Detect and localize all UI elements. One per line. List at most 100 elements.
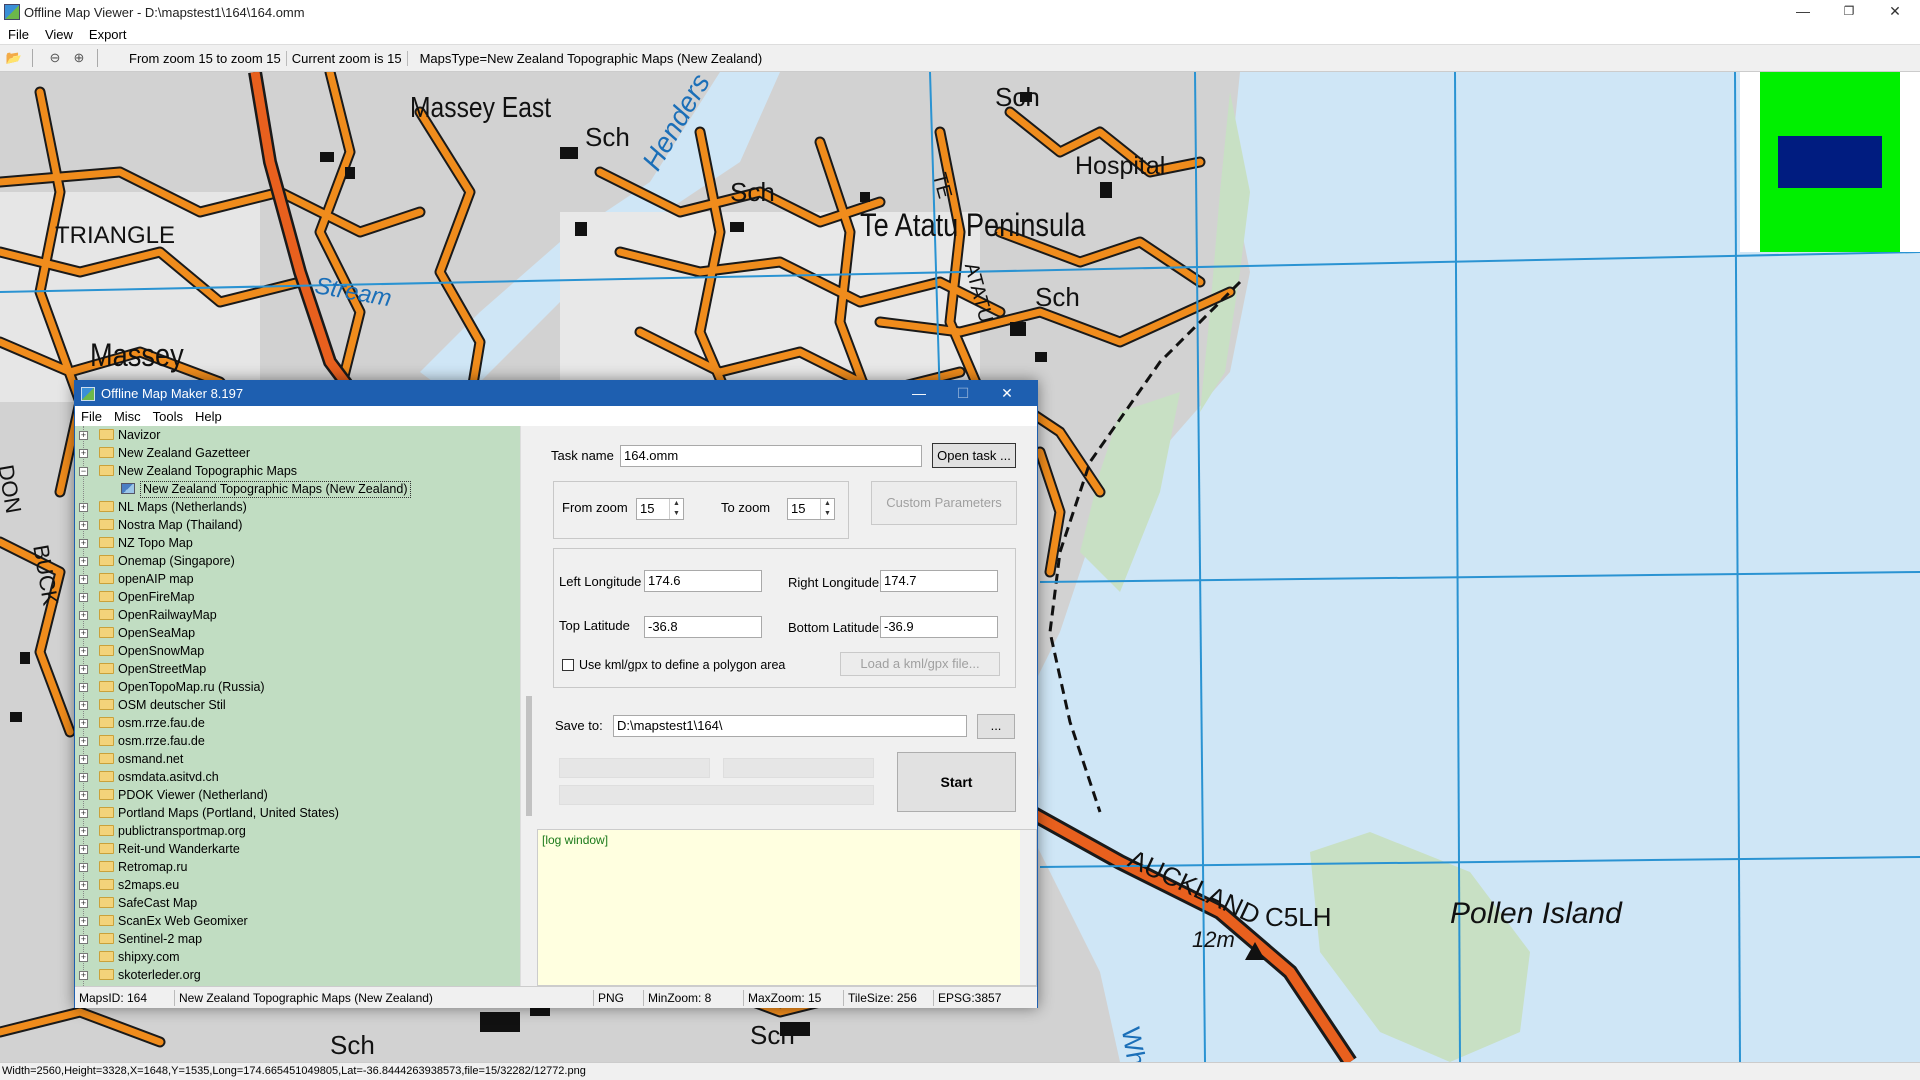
overview-minimap[interactable] [1740, 72, 1920, 252]
log-scrollbar[interactable] [1020, 830, 1036, 985]
expand-icon[interactable]: + [79, 755, 88, 764]
custom-parameters-button[interactable]: Custom Parameters [871, 481, 1017, 525]
expand-icon[interactable]: + [79, 647, 88, 656]
tree-item[interactable]: + OSM deutscher Stil [75, 696, 520, 714]
bottom-latitude-input[interactable]: -36.9 [880, 616, 998, 638]
spinner-arrows-icon[interactable]: ▲ ▼ [669, 499, 683, 519]
left-longitude-input[interactable]: 174.6 [644, 570, 762, 592]
tree-scrollbar[interactable] [520, 426, 537, 986]
tree-item[interactable]: + s2maps.eu [75, 876, 520, 894]
tree-item[interactable]: + OpenFireMap [75, 588, 520, 606]
tree-item[interactable]: + osm.rrze.fau.de [75, 732, 520, 750]
tree-item[interactable]: + Nostra Map (Thailand) [75, 516, 520, 534]
browse-folder-button[interactable]: ... [977, 714, 1015, 739]
from-zoom-spinner[interactable]: 15 ▲ ▼ [636, 498, 684, 520]
load-kml-button[interactable]: Load a kml/gpx file... [840, 652, 1000, 676]
tree-item[interactable]: + skoterleder.org [75, 966, 520, 984]
expand-icon[interactable]: + [79, 575, 88, 584]
open-folder-icon[interactable]: 📂 [4, 48, 24, 68]
minimize-button[interactable]: — [1780, 0, 1826, 24]
tree-item[interactable]: + osm.rrze.fau.de [75, 714, 520, 732]
zoom-out-icon[interactable]: ⊖ [45, 48, 65, 68]
to-zoom-spinner[interactable]: 15 ▲ ▼ [787, 498, 835, 520]
tree-scrollbar-thumb[interactable] [526, 696, 532, 816]
tree-item[interactable]: + osmdata.asitvd.ch [75, 768, 520, 786]
close-button[interactable]: ✕ [1872, 0, 1918, 24]
expand-icon[interactable]: + [79, 917, 88, 926]
tree-item[interactable]: + Reit-und Wanderkarte [75, 840, 520, 858]
task-name-input[interactable]: 164.omm [620, 445, 922, 467]
restore-button[interactable]: ❐ [1826, 0, 1872, 24]
menu-export[interactable]: Export [81, 27, 135, 42]
menu-view[interactable]: View [37, 27, 81, 42]
tree-item[interactable]: + NZ Topo Map [75, 534, 520, 552]
tree-item[interactable]: + NL Maps (Netherlands) [75, 498, 520, 516]
top-latitude-input[interactable]: -36.8 [644, 616, 762, 638]
tree-item[interactable]: + OpenStreetMap [75, 660, 520, 678]
spinner-arrows-icon[interactable]: ▲ ▼ [820, 499, 834, 519]
expand-icon[interactable]: + [79, 431, 88, 440]
tree-item[interactable]: + PDOK Viewer (Netherland) [75, 786, 520, 804]
expand-icon[interactable]: + [79, 539, 88, 548]
tree-item[interactable]: + OpenSnowMap [75, 642, 520, 660]
tree-item[interactable]: + Onemap (Singapore) [75, 552, 520, 570]
expand-icon[interactable]: + [79, 791, 88, 800]
dialog-menu-help[interactable]: Help [189, 409, 228, 424]
expand-icon[interactable]: + [79, 773, 88, 782]
expand-icon[interactable]: + [79, 719, 88, 728]
expand-icon[interactable]: + [79, 899, 88, 908]
expand-icon[interactable]: + [79, 935, 88, 944]
expand-icon[interactable]: + [79, 827, 88, 836]
dialog-maximize-button[interactable]: ☐ [941, 381, 985, 406]
right-longitude-input[interactable]: 174.7 [880, 570, 998, 592]
expand-icon[interactable]: + [79, 953, 88, 962]
expand-icon[interactable]: + [79, 449, 88, 458]
expand-icon[interactable]: + [79, 863, 88, 872]
expand-icon[interactable]: + [79, 737, 88, 746]
tree-item[interactable]: + OpenTopoMap.ru (Russia) [75, 678, 520, 696]
tree-child-item[interactable]: New Zealand Topographic Maps (New Zealan… [75, 480, 520, 498]
expand-icon[interactable]: + [79, 809, 88, 818]
save-to-input[interactable]: D:\mapstest1\164\ [613, 715, 967, 737]
collapse-icon[interactable]: − [79, 467, 88, 476]
dialog-menu-file[interactable]: File [75, 409, 108, 424]
minimap-viewport[interactable] [1778, 136, 1882, 188]
tree-item[interactable]: + Sentinel-2 map [75, 930, 520, 948]
tree-item[interactable]: − New Zealand Topographic Maps [75, 462, 520, 480]
tree-item[interactable]: + OpenRailwayMap [75, 606, 520, 624]
expand-icon[interactable]: + [79, 557, 88, 566]
expand-icon[interactable]: + [79, 665, 88, 674]
tree-item[interactable]: + osmand.net [75, 750, 520, 768]
tree-item[interactable]: + Retromap.ru [75, 858, 520, 876]
expand-icon[interactable]: + [79, 611, 88, 620]
map-source-tree[interactable]: + Navizor + New Zealand Gazetteer − New Zeala… [75, 426, 520, 986]
expand-icon[interactable]: + [79, 881, 88, 890]
tree-item[interactable]: + ScanEx Web Geomixer [75, 912, 520, 930]
start-button[interactable]: Start [897, 752, 1016, 812]
tree-item[interactable]: + New Zealand Gazetteer [75, 444, 520, 462]
open-task-button[interactable]: Open task ... [932, 443, 1016, 468]
expand-icon[interactable]: + [79, 521, 88, 530]
dialog-menu-misc[interactable]: Misc [108, 409, 147, 424]
tree-item[interactable]: + SafeCast Map [75, 894, 520, 912]
dialog-close-button[interactable]: ✕ [985, 381, 1029, 406]
menu-file[interactable]: File [0, 27, 37, 42]
log-window[interactable]: [log window] [537, 829, 1037, 986]
tree-item[interactable]: + Navizor [75, 426, 520, 444]
kml-polygon-checkbox[interactable] [562, 659, 574, 671]
tree-item[interactable]: + shipxy.com [75, 948, 520, 966]
expand-icon[interactable]: + [79, 593, 88, 602]
dialog-minimize-button[interactable]: — [897, 381, 941, 406]
dialog-menu-tools[interactable]: Tools [147, 409, 189, 424]
expand-icon[interactable]: + [79, 629, 88, 638]
expand-icon[interactable]: + [79, 701, 88, 710]
expand-icon[interactable]: + [79, 845, 88, 854]
tree-item[interactable]: + OpenSeaMap [75, 624, 520, 642]
expand-icon[interactable]: + [79, 503, 88, 512]
zoom-in-icon[interactable]: ⊕ [69, 48, 89, 68]
expand-icon[interactable]: + [79, 683, 88, 692]
expand-icon[interactable]: + [79, 971, 88, 980]
tree-item[interactable]: + Portland Maps (Portland, United States) [75, 804, 520, 822]
tree-item[interactable]: + publictransportmap.org [75, 822, 520, 840]
tree-item[interactable]: + openAIP map [75, 570, 520, 588]
